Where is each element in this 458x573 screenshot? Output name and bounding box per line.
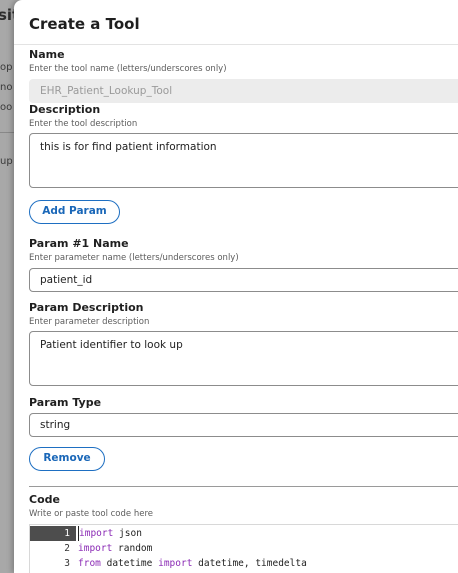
code-keyword: import [158, 558, 193, 569]
param-name-label: Param #1 Name [29, 237, 129, 250]
modal-title: Create a Tool [29, 15, 140, 33]
tool-name-field[interactable]: EHR_Patient_Lookup_Tool [29, 79, 458, 103]
name-label: Name [29, 48, 65, 61]
code-label: Code [29, 493, 60, 506]
param-name-field[interactable]: patient_id [29, 268, 458, 292]
code-line: 1 import json [30, 526, 458, 541]
code-token: json [113, 528, 142, 539]
code-line: 3 from datetime import datetime, timedel… [30, 556, 458, 571]
code-keyword: import [78, 543, 113, 554]
code-keyword: import [79, 528, 114, 539]
param-description-hint: Enter parameter description [29, 317, 150, 327]
line-number: 1 [30, 526, 76, 541]
code-token: datetime, timedelta [192, 558, 307, 569]
param-description-label: Param Description [29, 301, 144, 314]
background-text-fragment: oo [0, 102, 13, 113]
description-hint: Enter the tool description [29, 119, 138, 129]
tool-description-field[interactable]: this is for find patient information [29, 133, 458, 188]
code-token: datetime [100, 558, 159, 569]
create-tool-modal: Create a Tool Name Enter the tool name (… [14, 0, 458, 573]
line-number: 3 [64, 558, 70, 569]
code-token: random [112, 543, 153, 554]
param-description-field[interactable]: Patient identifier to look up [29, 331, 458, 386]
remove-param-button[interactable]: Remove [29, 447, 105, 471]
background-text-fragment: op [0, 62, 13, 73]
name-hint: Enter the tool name (letters/underscores… [29, 64, 227, 74]
add-param-button[interactable]: Add Param [29, 200, 120, 224]
code-text: import json [78, 526, 142, 541]
code-line: 2 import random [30, 541, 458, 556]
background-text-fragment: up [0, 156, 13, 167]
code-text: import random [78, 541, 152, 556]
param-type-field[interactable]: string [29, 413, 458, 437]
param-type-label: Param Type [29, 396, 102, 409]
modal-header: Create a Tool [14, 0, 458, 45]
description-label: Description [29, 103, 101, 116]
code-text: from datetime import datetime, timedelta [78, 556, 307, 571]
background-text-fragment: no [0, 82, 13, 93]
param-name-hint: Enter parameter name (letters/underscore… [29, 253, 239, 263]
code-keyword: from [78, 558, 101, 569]
code-hint: Write or paste tool code here [29, 509, 153, 519]
section-divider [29, 486, 458, 487]
line-number: 2 [64, 543, 70, 554]
code-editor[interactable]: 1 import json 2 import random 3 from dat… [29, 524, 458, 573]
